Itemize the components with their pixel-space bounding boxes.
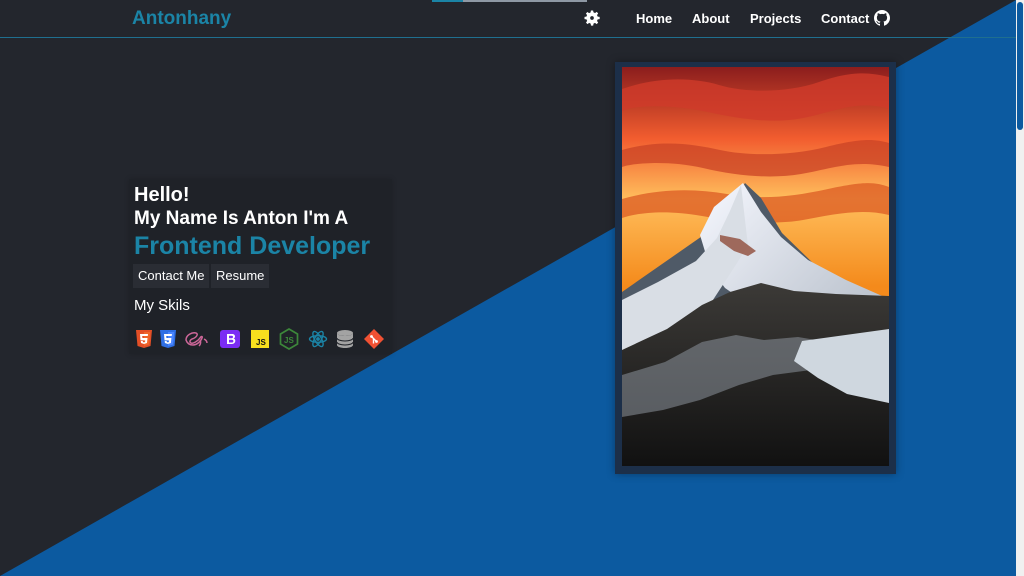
hero-role: Frontend Developer (134, 232, 371, 260)
bootstrap-icon (220, 330, 240, 348)
react-icon (308, 330, 328, 348)
vertical-scrollbar[interactable] (1016, 0, 1024, 576)
sass-icon (185, 332, 208, 347)
top-navigation: Antonhany Home About Projects Contact (0, 0, 1016, 38)
nav-about-link[interactable]: About (692, 11, 730, 26)
top-progress-strip (432, 0, 587, 2)
scrollbar-thumb[interactable] (1017, 2, 1023, 130)
git-icon (364, 329, 384, 349)
github-link[interactable] (874, 10, 891, 26)
html5-icon (136, 330, 152, 348)
svg-text:JS: JS (284, 336, 294, 345)
database-icon (336, 330, 354, 348)
nodejs-icon: JS (279, 328, 299, 350)
nav-contact-link[interactable]: Contact (821, 11, 869, 26)
site-brand[interactable]: Antonhany (132, 8, 231, 30)
javascript-icon: JS (251, 330, 269, 348)
hero-hello: Hello! (134, 184, 190, 206)
gear-icon (584, 10, 600, 26)
skills-label: My Skils (134, 297, 190, 314)
portfolio-page: Antonhany Home About Projects Contact He… (0, 0, 1024, 576)
css3-icon (160, 330, 176, 348)
nav-projects-link[interactable]: Projects (750, 11, 801, 26)
mountain-photo (622, 67, 889, 466)
nav-home-link[interactable]: Home (636, 11, 672, 26)
hero-card: Hello! My Name Is Anton I'm A Frontend D… (129, 179, 392, 354)
hero-intro: My Name Is Anton I'm A (134, 208, 349, 229)
svg-text:JS: JS (256, 338, 266, 347)
resume-button[interactable]: Resume (211, 264, 270, 288)
theme-toggle-button[interactable] (581, 7, 603, 29)
github-icon (874, 10, 891, 26)
mountain-image (622, 67, 889, 466)
contact-me-button[interactable]: Contact Me (133, 264, 210, 288)
